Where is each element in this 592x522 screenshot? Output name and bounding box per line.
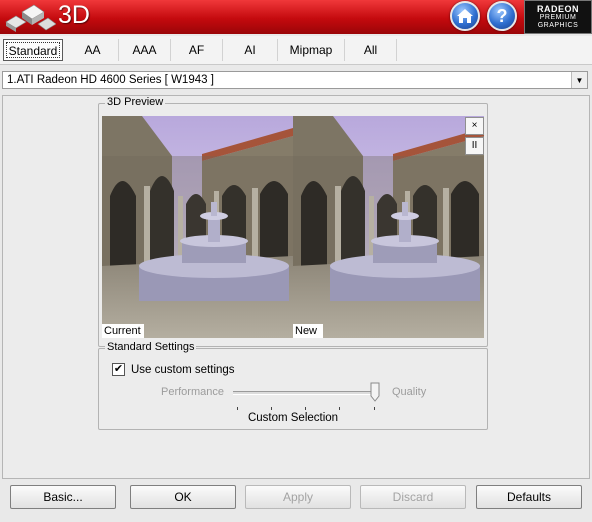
selection-label: Custom Selection (247, 412, 339, 424)
basic-button[interactable]: Basic... (10, 485, 116, 509)
home-icon (457, 9, 473, 23)
new-preview-image: New (293, 116, 484, 338)
adapter-select-value: 1.ATI Radeon HD 4600 Series [ W1943 ] (7, 74, 214, 86)
adapter-select[interactable]: 1.ATI Radeon HD 4600 Series [ W1943 ] ▼ (2, 71, 588, 89)
tab-aa[interactable]: AA (67, 39, 119, 61)
discard-button[interactable]: Discard (360, 485, 466, 509)
home-button[interactable] (450, 1, 480, 31)
preview-group: 3D Preview Current New × II (98, 96, 488, 347)
standard-settings-group: Standard Settings ✔ Use custom settings … (98, 341, 488, 430)
use-custom-settings-label: Use custom settings (131, 363, 235, 376)
tab-bar: Standard AA AAA AF AI Mipmap All (0, 36, 592, 65)
tab-all[interactable]: All (345, 39, 397, 61)
tab-af[interactable]: AF (171, 39, 223, 61)
performance-label: Performance (161, 386, 224, 398)
main-panel: 3D Preview Current New × II Standard Set… (2, 95, 590, 479)
pause-preview-button[interactable]: II (465, 137, 484, 155)
current-preview-image: Current (102, 116, 293, 338)
close-preview-button[interactable]: × (465, 117, 484, 135)
help-icon: ? (496, 5, 508, 26)
slider-tick (271, 407, 272, 410)
new-label: New (293, 324, 323, 338)
slider-tick (339, 407, 340, 410)
badge-line-2: PREMIUM (539, 14, 577, 21)
slider-tick (305, 407, 306, 410)
radeon-premium-badge: RADEON PREMIUM GRAPHICS (524, 0, 592, 34)
help-button[interactable]: ? (487, 1, 517, 31)
current-label: Current (102, 324, 144, 338)
badge-line-3: GRAPHICS (537, 22, 579, 29)
tab-aaa[interactable]: AAA (119, 39, 171, 61)
defaults-button[interactable]: Defaults (476, 485, 582, 509)
tab-ai[interactable]: AI (223, 39, 278, 61)
badge-brand: RADEON (536, 4, 579, 14)
slider-tick (237, 407, 238, 410)
preview-legend: 3D Preview (105, 96, 166, 108)
page-title: 3D (58, 1, 90, 29)
quality-slider-thumb[interactable] (370, 382, 380, 402)
courtyard-render-new (293, 116, 484, 338)
quality-label: Quality (392, 386, 427, 398)
slider-tick (374, 407, 375, 410)
quality-slider-track[interactable] (233, 391, 375, 395)
cubes-logo-icon (5, 4, 56, 32)
use-custom-settings-checkbox[interactable]: ✔ (112, 363, 125, 376)
ok-button[interactable]: OK (130, 485, 236, 509)
use-custom-settings-row[interactable]: ✔ Use custom settings (112, 363, 235, 376)
tab-mipmap[interactable]: Mipmap (278, 39, 345, 61)
chevron-down-icon[interactable]: ▼ (571, 72, 587, 88)
settings-legend: Standard Settings (105, 341, 197, 353)
apply-button[interactable]: Apply (245, 485, 351, 509)
tab-standard[interactable]: Standard (3, 39, 63, 61)
title-bar: 3D ? RADEON PREMIUM GRAPHICS (0, 0, 592, 34)
button-bar: Basic... OK Apply Discard Defaults (0, 480, 592, 522)
courtyard-render-current (102, 116, 293, 338)
